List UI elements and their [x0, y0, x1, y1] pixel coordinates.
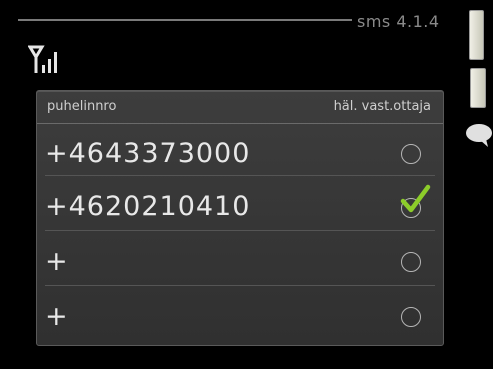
screen-id-label: sms 4.1.4 [357, 12, 440, 31]
slider-icon[interactable] [469, 10, 484, 60]
row-divider [45, 285, 435, 286]
chat-bubble-icon[interactable] [462, 122, 493, 148]
table-row[interactable]: +4643373000 [37, 129, 443, 174]
signal-strength-icon [28, 45, 57, 73]
phone-number[interactable]: +4620210410 [45, 191, 250, 222]
phone-number[interactable]: + [45, 246, 69, 277]
top-divider [18, 19, 352, 21]
checkmark-icon [400, 184, 431, 213]
row-divider [45, 230, 435, 231]
receiver-radio[interactable] [401, 307, 421, 327]
receiver-radio[interactable] [401, 252, 421, 272]
column-header-receiver: häl. vast.ottaja [333, 99, 431, 114]
row-divider [45, 175, 435, 176]
recipient-table: puhelinnro häl. vast.ottaja +4643373000 … [36, 90, 444, 346]
thermometer-icon[interactable] [470, 68, 486, 108]
table-row[interactable]: + [37, 294, 443, 339]
receiver-radio[interactable] [401, 144, 421, 164]
column-header-phone: puhelinnro [47, 99, 117, 114]
table-row[interactable]: +4620210410 [37, 184, 443, 229]
table-header: puhelinnro häl. vast.ottaja [37, 91, 443, 124]
table-row[interactable]: + [37, 239, 443, 284]
phone-number[interactable]: +4643373000 [45, 138, 250, 169]
phone-number[interactable]: + [45, 301, 69, 332]
